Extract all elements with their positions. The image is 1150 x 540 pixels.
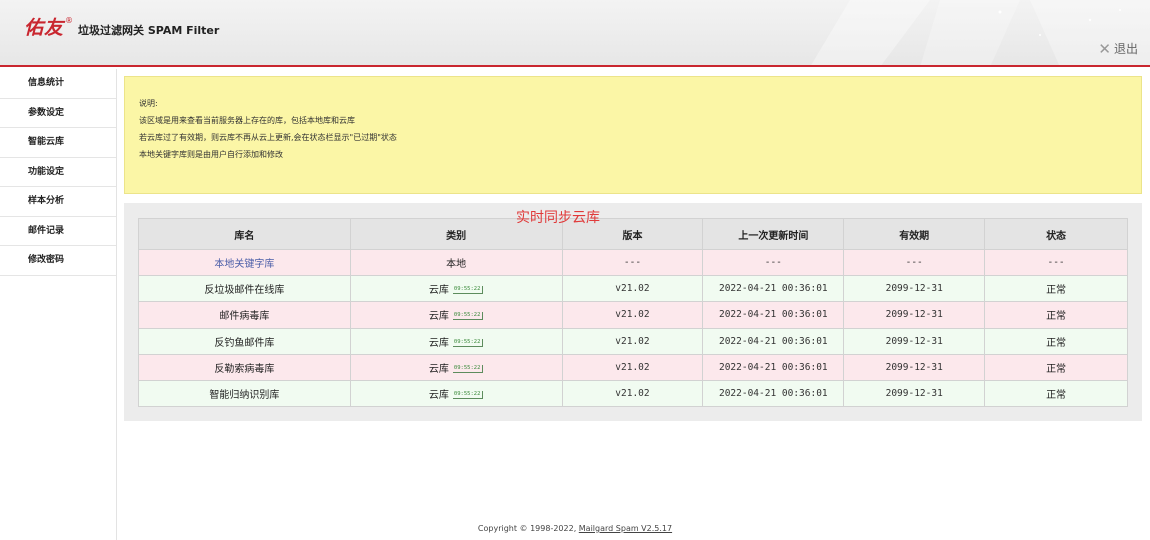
sidebar-item-functions[interactable]: 功能设定 xyxy=(0,158,116,187)
library-status: 正常 xyxy=(984,353,1128,381)
library-version: v21.02 xyxy=(561,301,704,329)
sync-time-badge[interactable]: 09:55:22 xyxy=(452,312,484,321)
library-expires: 2099-12-31 xyxy=(843,275,986,303)
sync-time-badge[interactable]: 09:55:22 xyxy=(452,391,484,400)
note-line: 若云库过了有效期，则云库不再从云上更新,会在状态栏显示"已过期"状态 xyxy=(139,133,397,142)
library-name: 邮件病毒库 xyxy=(138,301,351,329)
sidebar-item-cloud-library[interactable]: 智能云库 xyxy=(0,128,116,158)
library-status: --- xyxy=(984,248,1128,277)
library-version: --- xyxy=(561,248,704,277)
library-updated: 2022-04-21 00:36:01 xyxy=(702,379,845,408)
realtime-sync-title: 实时同步云库 xyxy=(516,210,600,226)
table-row: 反钓鱼邮件库 云库 09:55:22 v21.02 2022-04-21 00:3… xyxy=(138,327,1128,355)
library-expires: 2099-12-31 xyxy=(843,353,986,381)
library-version: v21.02 xyxy=(561,275,704,303)
library-updated: --- xyxy=(702,248,845,277)
product-title: 垃圾过滤网关 SPAM Filter xyxy=(78,24,220,37)
col-header-updated: 上一次更新时间 xyxy=(702,218,845,250)
info-note: 说明: 该区域是用来查看当前服务器上存在的库，包括本地库和云库 若云库过了有效期… xyxy=(124,76,1142,194)
sync-time-badge[interactable]: 09:55:22 xyxy=(452,338,484,347)
library-version: v21.02 xyxy=(561,379,704,408)
sidebar-item-parameters[interactable]: 参数设定 xyxy=(0,99,116,128)
library-name: 反垃圾邮件在线库 xyxy=(138,275,351,303)
library-version: v21.02 xyxy=(561,353,704,381)
copyright-text: Copyright © 1998-2022, xyxy=(477,524,579,533)
sidebar-item-sample-analysis[interactable]: 样本分析 xyxy=(0,187,116,217)
library-type: 本地 xyxy=(349,248,563,277)
library-status: 正常 xyxy=(984,379,1128,408)
col-header-expires: 有效期 xyxy=(843,218,986,250)
library-name: 反钓鱼邮件库 xyxy=(138,327,351,355)
close-icon: ✕ xyxy=(1098,39,1111,58)
logo-mark: 佑友 xyxy=(24,17,65,39)
table-row: 邮件病毒库 云库 09:55:22 v21.02 2022-04-21 00:36… xyxy=(138,301,1128,329)
library-updated: 2022-04-21 00:36:01 xyxy=(702,327,845,355)
library-updated: 2022-04-21 00:36:01 xyxy=(702,275,845,303)
app-header: 佑友 ® 垃圾过滤网关 SPAM Filter ✕ 退出 xyxy=(0,0,1150,67)
logo-registered-mark: ® xyxy=(65,16,74,25)
library-name: 智能归纳识别库 xyxy=(138,379,351,408)
library-type-cell: 云库 09:55:22 xyxy=(349,353,563,381)
col-header-status: 状态 xyxy=(984,218,1128,250)
library-status: 正常 xyxy=(984,275,1128,303)
note-line: 说明: xyxy=(139,99,158,108)
library-type-cell: 云库 09:55:22 xyxy=(349,327,563,355)
table-header-row: 库名 类别 版本 上一次更新时间 有效期 状态 xyxy=(138,218,1128,250)
library-table: 库名 类别 版本 上一次更新时间 有效期 状态 本地关键字库 本地 --- --… xyxy=(138,218,1128,408)
logout-button[interactable]: ✕ 退出 xyxy=(1098,40,1138,57)
library-updated: 2022-04-21 00:36:01 xyxy=(702,353,845,381)
header-decoration xyxy=(811,0,1150,65)
sync-time-badge[interactable]: 09:55:22 xyxy=(452,286,484,295)
library-expires: 2099-12-31 xyxy=(843,301,986,329)
sidebar-nav: 信息统计 参数设定 智能云库 功能设定 样本分析 邮件记录 修改密码 xyxy=(0,69,117,540)
page-footer: Copyright © 1998-2022, Mailgard Spam V2.… xyxy=(0,524,1150,533)
table-row: 反勒索病毒库 云库 09:55:22 v21.02 2022-04-21 00:3… xyxy=(138,353,1128,381)
library-status: 正常 xyxy=(984,327,1128,355)
brand-logo: 佑友 ® 垃圾过滤网关 SPAM Filter xyxy=(24,16,220,39)
library-expires: 2099-12-31 xyxy=(843,379,986,408)
library-expires: --- xyxy=(843,248,986,277)
table-row: 反垃圾邮件在线库 云库 09:55:22 v21.02 2022-04-21 00… xyxy=(138,275,1128,303)
sidebar-item-statistics[interactable]: 信息统计 xyxy=(0,69,116,99)
sync-time-badge[interactable]: 09:55:22 xyxy=(452,364,484,373)
library-name-link[interactable]: 本地关键字库 xyxy=(138,248,351,277)
note-line: 该区域是用来查看当前服务器上存在的库，包括本地库和云库 xyxy=(139,116,355,125)
library-status: 正常 xyxy=(984,301,1128,329)
sidebar-item-change-password[interactable]: 修改密码 xyxy=(0,246,116,276)
library-updated: 2022-04-21 00:36:01 xyxy=(702,301,845,329)
library-version: v21.02 xyxy=(561,327,704,355)
product-link[interactable]: Mailgard Spam V2.5.17 xyxy=(579,524,672,533)
library-name: 反勒索病毒库 xyxy=(138,353,351,381)
table-row: 智能归纳识别库 云库 09:55:22 v21.02 2022-04-21 00:… xyxy=(138,379,1128,408)
col-header-name: 库名 xyxy=(138,218,351,250)
logout-label: 退出 xyxy=(1113,42,1138,56)
sidebar-item-mail-log[interactable]: 邮件记录 xyxy=(0,217,116,246)
library-expires: 2099-12-31 xyxy=(843,327,986,355)
table-row: 本地关键字库 本地 --- --- --- --- xyxy=(138,248,1128,277)
library-type-cell: 云库 09:55:22 xyxy=(349,379,563,408)
library-type-cell: 云库 09:55:22 xyxy=(349,301,563,329)
library-type-cell: 云库 09:55:22 xyxy=(349,275,563,303)
note-line: 本地关键字库则是由用户自行添加和修改 xyxy=(139,150,283,159)
